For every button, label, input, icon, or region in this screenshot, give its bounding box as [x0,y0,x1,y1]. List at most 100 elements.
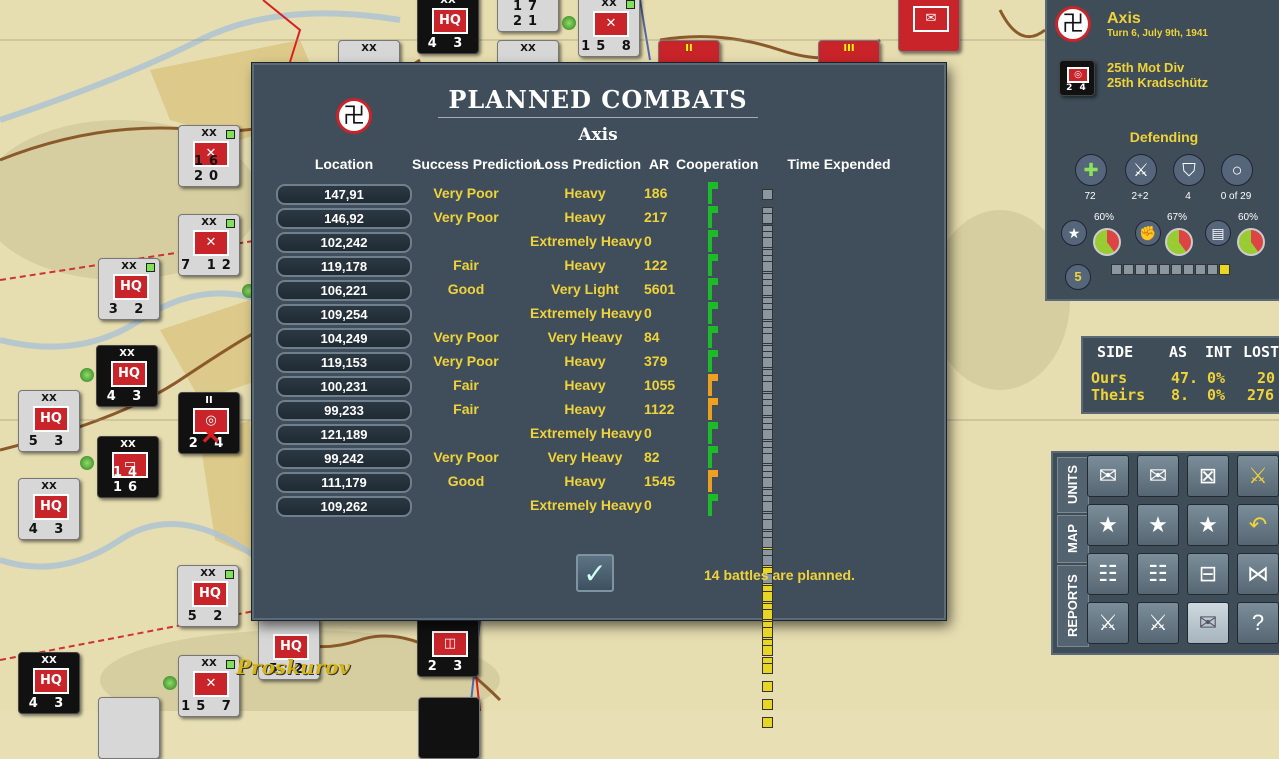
combat-location[interactable]: 109,254 [276,304,412,325]
combat-location[interactable]: 99,233 [276,400,412,421]
unit-counter[interactable]: 17 21 [497,0,559,32]
cooperation-flag-icon [708,398,718,405]
hq-counter[interactable]: XX HQ 4 3 [18,652,80,714]
supply-marker-icon [562,16,576,30]
star-button[interactable]: ★ [1187,504,1229,546]
stats-ours-int: 0% [1207,369,1226,387]
loss-prediction: Heavy [564,401,606,417]
success-prediction: Fair [453,377,479,393]
soviet-counter[interactable]: ✉ [898,0,960,52]
success-prediction: Very Poor [433,353,499,369]
axis-emblem-icon: 卍 [336,98,372,134]
hq-counter[interactable]: XX HQ 4 3 [417,0,479,54]
selected-unit-counter[interactable]: ◎ 2 4 [1059,60,1095,96]
tab-reports[interactable]: REPORTS [1057,565,1089,647]
ring-icon: ○ [1221,154,1253,186]
battle-list-button[interactable]: ⚔ [1137,602,1179,644]
loss-prediction: Heavy [564,257,606,273]
envelope-icon: ✉ [1098,463,1118,488]
cooperation-flag-icon [708,182,718,189]
info-posture: Defending [1129,129,1199,145]
time-pip-used [762,627,773,638]
hq-counter[interactable]: XX HQ 4 3 [96,345,158,407]
time-pip [762,261,773,272]
hq-counter[interactable]: XX HQ 5 2 [177,565,239,627]
command-menu: UNITS MAP REPORTS ✉ ✉ ⊠ ⚔ ★ ★ ★ ↶ ☷ ☷ ⊟ … [1051,451,1279,655]
col-header-time: Time Expended [787,156,891,172]
combat-location[interactable]: 146,92 [276,208,412,229]
time-pip [762,537,773,548]
combat-location[interactable]: 106,221 [276,280,412,301]
org-chart-button[interactable]: ☷ [1087,553,1129,595]
supply-pie [1237,228,1265,256]
combat-location[interactable]: 119,153 [276,352,412,373]
unit-envelope-next-button[interactable]: ✉ [1137,455,1179,497]
org-chart-icon: ☷ [1098,561,1118,586]
message-button[interactable]: ✉ [1187,602,1229,644]
tab-map[interactable]: MAP [1057,515,1089,563]
tab-units[interactable]: UNITS [1057,457,1089,513]
planned-combats-dialog: 卍 PLANNED COMBATS Axis Location Success … [252,63,946,728]
division-button[interactable]: ⋈ [1237,553,1279,595]
unit-envelope-button[interactable]: ✉ [1087,455,1129,497]
unit-counter[interactable] [98,697,160,759]
stat-value: 4 [1185,191,1191,202]
unit-counter[interactable]: XX ▭ 14 16 [97,436,159,498]
unit-counter[interactable]: XX ✕ 15 8 [578,0,640,57]
confirm-button[interactable]: ✓ [576,554,614,592]
star-arrow-icon: ★ [1148,512,1168,537]
info-turn: Turn 6, July 9th, 1941 [1107,28,1208,39]
time-pip [762,555,773,566]
time-pip-used [762,591,773,602]
undo-button[interactable]: ↶ [1237,504,1279,546]
loss-prediction: Heavy [564,377,606,393]
unit-counter[interactable]: XX ✕ 15 7 [178,655,240,717]
loss-prediction: Extremely Heavy [530,497,643,513]
hq-counter[interactable]: XX HQ 5 3 [18,390,80,452]
cooperation-flag-icon [708,254,718,261]
armor-unit-icon: ⊟ [1198,561,1218,586]
combat-location[interactable]: 121,189 [276,424,412,445]
attack-ratio: 122 [644,257,668,273]
combat-location[interactable]: 147,91 [276,184,412,205]
time-pip-used [762,699,773,710]
map-city-label: Proskurov [236,655,351,679]
hq-counter[interactable]: XX HQ 3 2 [98,258,160,320]
time-pip-used [762,645,773,656]
combat-location[interactable]: 99,242 [276,448,412,469]
combat-location[interactable]: 104,249 [276,328,412,349]
combat-location[interactable]: 119,178 [276,256,412,277]
unit-counter[interactable]: XX ✕ 16 20 [178,125,240,187]
help-button[interactable]: ? [1237,602,1279,644]
star-next-button[interactable]: ★ [1137,504,1179,546]
col-header-ar: AR [648,156,670,172]
loss-prediction: Heavy [564,353,606,369]
undo-arrow-icon: ↶ [1248,512,1268,537]
combat-location[interactable]: 111,179 [276,472,412,493]
hierarchy-button[interactable]: ☷ [1137,553,1179,595]
cooperation-flag-icon [708,302,718,309]
supply-marker-icon [163,676,177,690]
loss-prediction: Extremely Heavy [530,425,643,441]
attack-ratio: 0 [644,497,652,513]
unit-counter[interactable]: ◫ 2 3 [417,615,479,677]
combat-location[interactable]: 100,231 [276,376,412,397]
star-prev-button[interactable]: ★ [1087,504,1129,546]
time-pip [762,237,773,248]
armor-unit-button[interactable]: ⊟ [1187,553,1229,595]
unit-counter[interactable]: XX ✕ 7 12 [178,214,240,276]
unit-counter[interactable] [418,697,480,759]
attack-button[interactable]: ⚔ [1237,455,1279,497]
combat-report-button[interactable]: ⚔ [1087,602,1129,644]
hq-counter[interactable]: XX HQ 4 3 [18,478,80,540]
success-prediction: Fair [453,401,479,417]
cooperation-flag-icon [708,326,718,333]
unit-hq-button[interactable]: ⊠ [1187,455,1229,497]
time-pip-used [762,717,773,728]
combat-location[interactable]: 109,262 [276,496,412,517]
cooperation-flag-icon [708,470,718,477]
attack-ratio: 1122 [644,401,675,417]
attack-ratio: 84 [644,329,660,345]
combat-location[interactable]: 102,242 [276,232,412,253]
attack-ratio: 82 [644,449,660,465]
